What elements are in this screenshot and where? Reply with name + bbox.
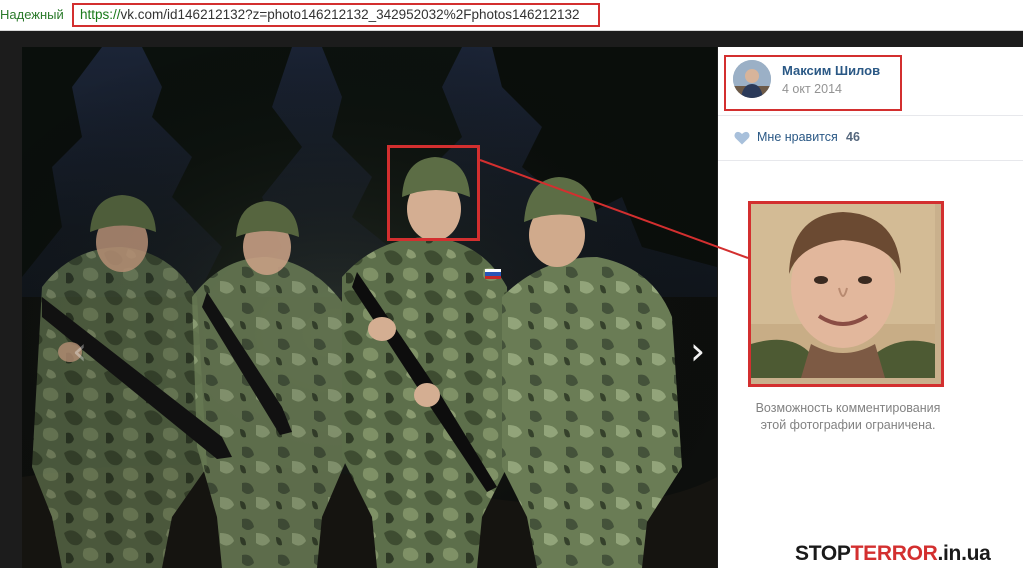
face-highlight-box (387, 145, 480, 241)
soldiers-photo (22, 47, 717, 568)
url-scheme: https:// (80, 7, 121, 22)
chevron-right-icon[interactable]: › (690, 332, 705, 370)
watermark-part-2: TERROR (850, 542, 938, 565)
face-closeup-inset (748, 201, 944, 387)
author-highlight-box (724, 55, 902, 111)
watermark-logo: STOPTERROR.in.ua (795, 542, 991, 566)
comment-restriction-note: Возможность комментирования этой фотогра… (755, 401, 941, 432)
address-bar: Надежный https://vk.com/id146212132?z=ph… (0, 0, 1023, 31)
chevron-left-icon[interactable]: ‹ (72, 332, 87, 370)
heart-icon (734, 131, 750, 145)
like-label: Мне нравится (757, 130, 838, 144)
url-path: vk.com/id146212132?z=photo146212132_3429… (120, 7, 580, 22)
photo-viewer[interactable]: ‹ › (22, 47, 717, 568)
watermark-part-1: STOP (795, 542, 851, 565)
watermark-part-3: .in.ua (937, 542, 991, 565)
url-input[interactable]: https://vk.com/id146212132?z=photo146212… (72, 3, 600, 27)
like-count: 46 (846, 130, 860, 144)
divider (718, 115, 1023, 116)
divider (718, 160, 1023, 161)
secure-label: Надежный (0, 7, 64, 22)
